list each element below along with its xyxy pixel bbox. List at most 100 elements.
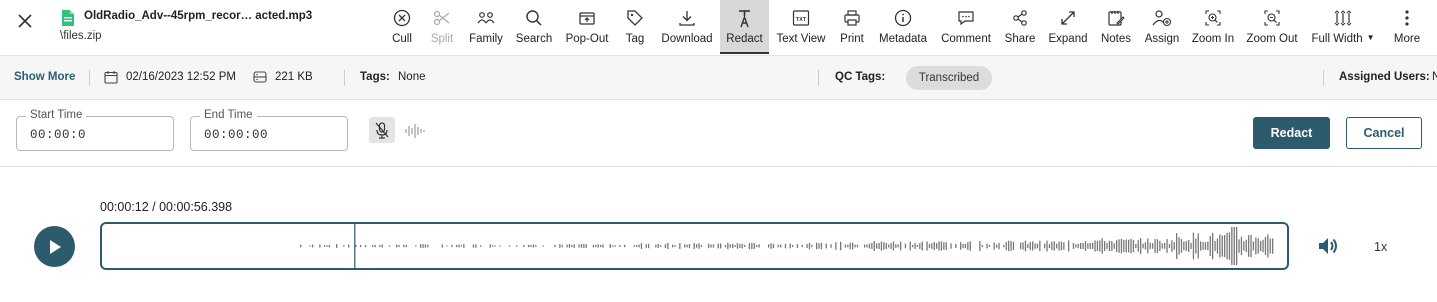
end-time-value[interactable]: 00:00:00 <box>204 128 268 142</box>
waveform-bar <box>1159 240 1161 252</box>
start-time-label: Start Time <box>26 109 87 121</box>
notes-button[interactable]: Notes <box>1099 0 1133 52</box>
audio-wave-icon <box>405 124 425 138</box>
tag-icon <box>625 8 645 28</box>
waveform-bar <box>1202 242 1204 250</box>
waveform-bar <box>633 245 635 247</box>
zoom-out-icon <box>1262 8 1282 28</box>
waveform-bar <box>883 242 885 250</box>
tags-label: Tags: <box>360 71 390 83</box>
waveform-bar <box>319 244 321 248</box>
waveform-bar <box>1195 238 1197 254</box>
waveform-bar <box>933 241 935 251</box>
waveform-bar <box>1094 240 1096 252</box>
waveform-bar <box>724 244 727 248</box>
full-width-dropdown[interactable]: Full Width ▼ <box>1308 0 1378 52</box>
assign-button[interactable]: Assign <box>1143 0 1181 52</box>
waveform-bar <box>624 244 626 248</box>
start-time-field[interactable]: Start Time 00:00:0 <box>16 109 174 151</box>
waveform-bar <box>916 244 919 248</box>
waveform-bar <box>1190 243 1192 250</box>
tag-button[interactable]: Tag <box>620 0 650 52</box>
divider <box>1323 70 1324 86</box>
waveform-bar <box>1267 234 1269 258</box>
print-button[interactable]: Print <box>838 0 866 52</box>
waveform-bar <box>856 244 859 248</box>
waveform-bar <box>700 245 703 247</box>
waveform-bar <box>998 242 1000 250</box>
waveform-bar <box>1164 243 1166 249</box>
redact-button[interactable]: Redact <box>1253 117 1330 149</box>
waveform-bar <box>1144 242 1147 250</box>
waveform-bar <box>1221 235 1223 257</box>
waveform-bar <box>489 244 491 248</box>
qc-tag-badge[interactable]: Transcribed <box>906 66 992 90</box>
audio-waveform[interactable] <box>100 222 1289 270</box>
waveform-bar <box>1262 239 1264 253</box>
waveform-bar <box>964 243 967 249</box>
waveform-bar <box>1219 234 1221 258</box>
waveform-bar <box>528 244 530 248</box>
expand-button[interactable]: Expand <box>1047 0 1089 52</box>
calendar-icon <box>104 71 118 84</box>
waveform-bar <box>784 243 787 249</box>
waveform-bar <box>909 241 911 251</box>
zoom-in-button[interactable]: Zoom In <box>1190 0 1236 52</box>
redact-button-tab[interactable]: Redact <box>720 0 769 54</box>
waveform-bar <box>919 243 921 249</box>
waveform-bar <box>1039 240 1041 252</box>
share-button[interactable]: Share <box>1004 0 1036 52</box>
waveform-bar <box>1022 242 1024 250</box>
waveform-bar <box>1118 239 1120 253</box>
playhead[interactable] <box>354 224 356 268</box>
zoom-out-button[interactable]: Zoom Out <box>1245 0 1299 52</box>
mute-audio-redact-button[interactable] <box>369 117 395 143</box>
waveform-bar <box>542 245 544 247</box>
waveform-bar <box>996 244 998 248</box>
playback-speed[interactable]: 1x <box>1374 240 1387 254</box>
show-more-link[interactable]: Show More <box>14 71 75 83</box>
play-button[interactable] <box>34 226 75 267</box>
cull-icon <box>392 8 412 28</box>
waveform-bar <box>780 244 782 248</box>
split-button[interactable]: Split <box>427 0 457 52</box>
family-button[interactable]: Family <box>467 0 505 52</box>
waveform-bar <box>1056 243 1058 249</box>
waveform-bar <box>741 243 743 249</box>
waveform-bar <box>583 244 585 248</box>
waveform-bar <box>871 242 873 249</box>
waveform-bar <box>640 243 643 249</box>
waveform-bar <box>1128 239 1130 253</box>
end-time-field[interactable]: End Time 00:00:00 <box>190 109 348 151</box>
close-icon[interactable] <box>14 10 36 32</box>
comment-button[interactable]: Comment <box>940 0 992 52</box>
pop-out-button[interactable]: Pop-Out <box>563 0 611 52</box>
waveform-bar <box>1204 242 1207 250</box>
tool-label: More <box>1393 33 1421 45</box>
cull-button[interactable]: Cull <box>387 0 417 52</box>
waveform-bar <box>1008 240 1010 252</box>
waveform-bar <box>950 243 952 249</box>
waveform-bar <box>744 245 746 247</box>
volume-icon[interactable] <box>1316 234 1340 258</box>
waveform-bar <box>456 244 458 248</box>
text-view-button[interactable]: TXT Text View <box>775 0 827 52</box>
waveform-bar <box>1005 241 1007 251</box>
more-button[interactable]: More <box>1392 0 1422 52</box>
start-time-value[interactable]: 00:00:0 <box>30 128 86 142</box>
metadata-button[interactable]: Metadata <box>878 0 928 52</box>
waveform-bar <box>664 244 667 248</box>
search-button[interactable]: Search <box>514 0 554 52</box>
waveform-bar <box>926 241 928 251</box>
waveform-bar <box>1257 238 1259 254</box>
beep-redact-button[interactable] <box>402 118 428 144</box>
waveform-bar <box>405 244 407 248</box>
download-button[interactable]: Download <box>659 0 715 52</box>
waveform-bar <box>1236 227 1238 265</box>
tool-label: Text View <box>776 33 826 45</box>
waveform-bar <box>326 245 328 247</box>
waveform-bar <box>1173 242 1175 250</box>
waveform-bar <box>372 245 374 247</box>
waveform-bar <box>940 241 943 251</box>
cancel-button[interactable]: Cancel <box>1346 117 1422 149</box>
